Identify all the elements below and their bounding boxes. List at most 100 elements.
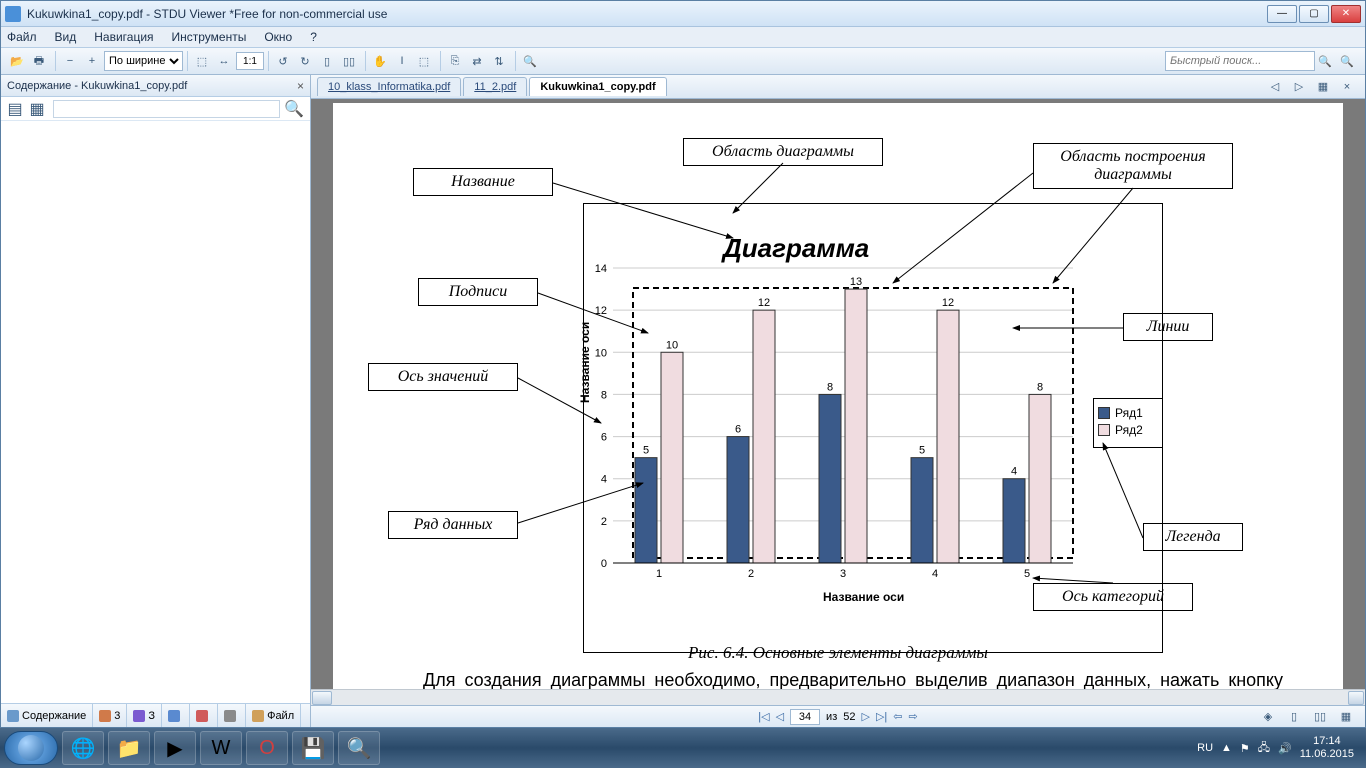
window-title: Kukuwkina1_copy.pdf - STDU Viewer *Free … (27, 7, 1265, 21)
tab-doc3[interactable]: Kukuwkina1_copy.pdf (529, 77, 666, 96)
copy-icon[interactable]: ⎘ (445, 51, 465, 71)
page-icon (224, 710, 236, 722)
last-page-icon[interactable]: ▷| (876, 710, 887, 723)
svg-text:5: 5 (1024, 568, 1030, 580)
minimize-button[interactable]: — (1267, 5, 1297, 23)
sidebar-close-icon[interactable]: × (297, 79, 304, 93)
svg-text:12: 12 (595, 305, 607, 317)
page-ratio-input[interactable] (236, 52, 264, 70)
binocular-icon (168, 710, 180, 722)
sidebar-tab-annot[interactable] (190, 704, 218, 727)
svg-text:12: 12 (942, 297, 954, 309)
fit-width-icon[interactable]: ↔ (214, 51, 234, 71)
tray-lang[interactable]: RU (1197, 742, 1213, 754)
tabs-next-icon[interactable]: ▷ (1289, 77, 1309, 97)
snapshot-icon[interactable]: ⬚ (414, 51, 434, 71)
taskbar-explorer-icon[interactable]: 📁 (108, 731, 150, 765)
callout-data-series: Ряд данных (388, 511, 518, 539)
svg-text:2: 2 (748, 568, 754, 580)
first-page-icon[interactable]: |◁ (758, 710, 769, 723)
h-scrollbar[interactable] (311, 689, 1365, 705)
tab-doc1[interactable]: 10_klass_Informatika.pdf (317, 77, 461, 96)
zoom-in-icon[interactable]: + (82, 51, 102, 71)
resize-grip-icon[interactable] (1348, 691, 1364, 705)
rotate-ccw-icon[interactable]: ↺ (273, 51, 293, 71)
prev-page-icon[interactable]: ◁ (776, 710, 784, 723)
rotate-cw-icon[interactable]: ↻ (295, 51, 315, 71)
menu-window[interactable]: Окно (264, 30, 292, 44)
search-prev-icon[interactable]: 🔍 (1315, 51, 1335, 71)
svg-text:5: 5 (643, 445, 649, 457)
taskbar-word-icon[interactable]: W (200, 731, 242, 765)
svg-text:6: 6 (601, 432, 607, 444)
callout-value-axis: Ось значений (368, 363, 518, 391)
taskbar-media-icon[interactable]: ▶ (154, 731, 196, 765)
sidebar: Содержание - Kukuwkina1_copy.pdf × ▤ ▦ 🔍… (1, 75, 311, 727)
start-button[interactable] (4, 731, 58, 765)
sidebar-tab-search[interactable] (162, 704, 190, 727)
svg-text:5: 5 (919, 445, 925, 457)
app-window: Kukuwkina1_copy.pdf - STDU Viewer *Free … (0, 0, 1366, 728)
titlebar: Kukuwkina1_copy.pdf - STDU Viewer *Free … (1, 1, 1365, 27)
sidebar-tab-contents[interactable]: Содержание (1, 704, 93, 727)
tray-up-icon[interactable]: ▲ (1221, 742, 1232, 754)
menu-view[interactable]: Вид (55, 30, 77, 44)
mirror-h-icon[interactable]: ⇄ (467, 51, 487, 71)
fit-page-icon[interactable]: ⬚ (192, 51, 212, 71)
callout-title: Название (413, 168, 553, 196)
hand-icon[interactable]: ✋ (370, 51, 390, 71)
sidebar-search-input[interactable] (53, 100, 280, 118)
tabs-prev-icon[interactable]: ◁ (1265, 77, 1285, 97)
tabs-close-icon[interactable]: × (1337, 77, 1357, 97)
pdf-page: Название Область диаграммы Область постр… (333, 103, 1343, 689)
taskbar-ie-icon[interactable]: 🌐 (62, 731, 104, 765)
sidebar-tab-thumbnails[interactable]: 3 (93, 704, 127, 727)
status-view-icon[interactable]: ◈ (1258, 707, 1278, 727)
tray-flag-icon[interactable]: ⚑ (1240, 742, 1250, 755)
maximize-button[interactable]: ▢ (1299, 5, 1329, 23)
sidebar-tab-pages[interactable] (218, 704, 246, 727)
search-icon[interactable]: 🔍 (520, 51, 540, 71)
bookmark-icon (133, 710, 145, 722)
sidebar-collapse-icon[interactable]: ▦ (27, 99, 47, 119)
tray-volume-icon[interactable]: 🔊 (1278, 742, 1292, 755)
callout-area: Область диаграммы (683, 138, 883, 166)
menu-tools[interactable]: Инструменты (172, 30, 247, 44)
sidebar-tab-bookmarks[interactable]: З (127, 704, 162, 727)
tabs-list-icon[interactable]: ▦ (1313, 77, 1333, 97)
taskbar-save-icon[interactable]: 💾 (292, 731, 334, 765)
taskbar-opera-icon[interactable]: O (246, 731, 288, 765)
menu-navigation[interactable]: Навигация (94, 30, 153, 44)
two-page-icon[interactable]: ▯▯ (339, 51, 359, 71)
sidebar-tab-file[interactable]: Файл (246, 704, 301, 727)
search-next-icon[interactable]: 🔍 (1337, 51, 1357, 71)
y-axis-label: Название оси (578, 322, 592, 403)
tab-doc2[interactable]: 11_2.pdf (463, 77, 527, 96)
history-fwd-icon[interactable]: ⇨ (909, 710, 918, 723)
status-cont-icon[interactable]: ▯▯ (1310, 707, 1330, 727)
search-input[interactable] (1165, 51, 1315, 71)
svg-text:4: 4 (601, 474, 607, 486)
status-single-icon[interactable]: ▯ (1284, 707, 1304, 727)
mirror-v-icon[interactable]: ⇅ (489, 51, 509, 71)
document-viewport[interactable]: Название Область диаграммы Область постр… (311, 99, 1365, 689)
status-grid-icon[interactable]: ▦ (1336, 707, 1356, 727)
menu-help[interactable]: ? (310, 30, 317, 44)
zoom-out-icon[interactable]: − (60, 51, 80, 71)
select-text-icon[interactable]: I (392, 51, 412, 71)
zoom-select[interactable]: По ширине (104, 51, 183, 71)
tray-clock[interactable]: 17:1411.06.2015 (1300, 735, 1354, 761)
menu-file[interactable]: Файл (7, 30, 37, 44)
sidebar-expand-icon[interactable]: ▤ (5, 99, 25, 119)
tray-network-icon[interactable]: 🖧 (1258, 739, 1270, 758)
next-page-icon[interactable]: ▷ (862, 710, 870, 723)
close-button[interactable]: ✕ (1331, 5, 1361, 23)
page-input[interactable] (790, 709, 820, 725)
history-back-icon[interactable]: ⇦ (893, 710, 902, 723)
svg-text:0: 0 (601, 558, 607, 570)
single-page-icon[interactable]: ▯ (317, 51, 337, 71)
taskbar-stdu-icon[interactable]: 🔍 (338, 731, 380, 765)
sidebar-find-icon[interactable]: 🔍 (284, 99, 304, 119)
print-icon[interactable]: 🖶 (29, 51, 49, 71)
open-icon[interactable]: 📂 (7, 51, 27, 71)
